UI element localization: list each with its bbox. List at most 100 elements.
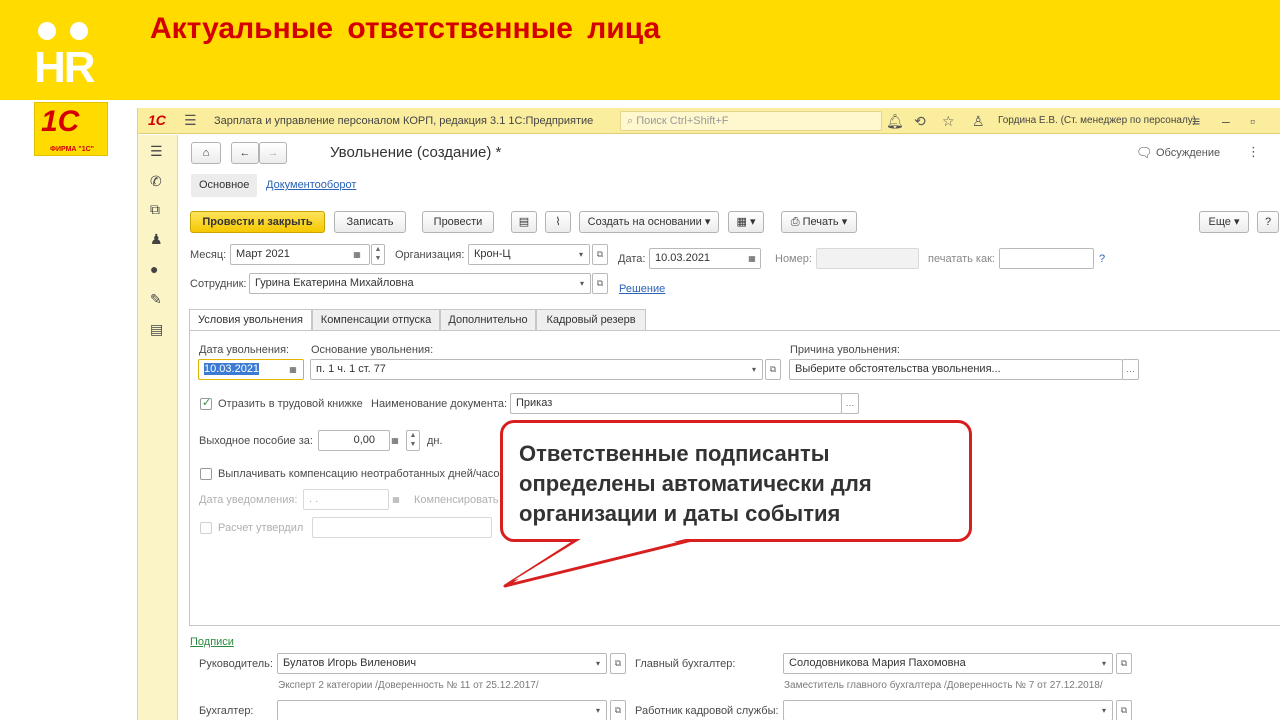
calc-approved-input[interactable] [312, 517, 492, 538]
org-input[interactable]: Крон-Ц [468, 244, 590, 265]
arrow-right-icon: → [267, 147, 279, 159]
print-button[interactable]: ⎙ Печать ▾ [781, 211, 857, 233]
open-icon: ⧉ [614, 705, 622, 715]
number-input[interactable] [816, 248, 919, 269]
notice-date-input[interactable]: . . [303, 489, 389, 510]
home-button[interactable]: ⌂ [191, 142, 221, 164]
settings-menu-icon[interactable]: ≡ [1192, 113, 1200, 129]
create-based-on-button[interactable]: Создать на основании ▾ [579, 211, 719, 233]
basis-input[interactable]: п. 1 ч. 1 ст. 77 [310, 359, 763, 380]
head-open-button[interactable]: ⧉ [610, 653, 626, 674]
accountant-open-button[interactable]: ⧉ [610, 700, 626, 720]
save-button[interactable]: Записать [334, 211, 406, 233]
nav-tab-docflow[interactable]: Документооборот [258, 174, 364, 197]
current-user[interactable]: Гордина Е.В. (Ст. менеджер по персоналу) [998, 115, 1196, 126]
more-label: Еще [1208, 216, 1231, 228]
more-button[interactable]: Еще ▾ [1199, 211, 1249, 233]
reason-input[interactable]: Выберите обстоятельства увольнения... [789, 359, 1123, 380]
dropdown-arrow-icon[interactable]: ▾ [575, 273, 589, 294]
mouse-icon[interactable]: ● [150, 261, 158, 277]
workbook-label: Отразить в трудовой книжке [218, 398, 363, 410]
month-spin[interactable]: ▲ ▼ [371, 244, 385, 265]
compensation-checkbox[interactable] [200, 468, 212, 480]
more-vert-icon[interactable]: ⋮ [1247, 144, 1260, 160]
hr-logo-text: HR [34, 43, 96, 92]
post-button[interactable]: Провести [422, 211, 494, 233]
bell-icon[interactable]: 🔔︎ [886, 113, 904, 130]
discussion-link[interactable]: Обсуждение [1156, 147, 1220, 159]
doc-name-select-button[interactable]: … [841, 393, 859, 414]
firma-1c-logo: 1С ФИРМА "1С" [34, 102, 108, 156]
tab-vacation-compensation[interactable]: Компенсации отпуска [312, 309, 440, 331]
tab-dismissal-conditions[interactable]: Условия увольнения [189, 309, 312, 331]
people-icon[interactable]: ♟ [150, 231, 163, 248]
report-button[interactable]: ▦ ▾ [728, 211, 764, 233]
month-input[interactable]: Март 2021 [230, 244, 370, 265]
dropdown-arrow-icon[interactable]: ▾ [591, 653, 605, 674]
document-list-button[interactable]: ▤ [511, 211, 537, 233]
back-button[interactable]: ← [231, 142, 259, 164]
forward-button[interactable]: → [259, 142, 287, 164]
card-icon[interactable]: ▤ [150, 321, 163, 338]
print-as-help-link[interactable]: ? [1099, 253, 1105, 265]
dropdown-arrow-icon[interactable]: ▾ [591, 700, 605, 720]
calendar-icon[interactable]: ▦ [286, 359, 300, 380]
print-as-input[interactable] [999, 248, 1094, 269]
reason-select-button[interactable]: … [1122, 359, 1139, 380]
dropdown-arrow-icon: ▾ [841, 216, 848, 228]
calculator-icon[interactable]: ▦ [388, 430, 402, 451]
hr-employee-open-button[interactable]: ⧉ [1116, 700, 1132, 720]
accountant-input[interactable] [277, 700, 607, 720]
user-icon[interactable]: ♙ [972, 113, 985, 130]
doc-name-input[interactable]: Приказ [510, 393, 842, 414]
global-search-input[interactable]: ⌕ Поиск Ctrl+Shift+F [620, 111, 882, 131]
report-icon: ▦ [736, 216, 747, 228]
minimize-icon[interactable]: – [1222, 113, 1230, 129]
open-icon: ⧉ [1120, 705, 1128, 715]
calendar-icon[interactable]: ▦ [350, 244, 364, 265]
menu-icon[interactable]: ☰ [150, 143, 163, 160]
dropdown-arrow-icon[interactable]: ▾ [1097, 653, 1111, 674]
chief-accountant-open-button[interactable]: ⧉ [1116, 653, 1132, 674]
org-open-button[interactable]: ⧉ [592, 244, 608, 265]
arrow-left-icon: ← [239, 147, 251, 159]
severance-spin[interactable]: ▲ ▼ [406, 430, 420, 451]
dropdown-arrow-icon[interactable]: ▾ [747, 359, 761, 380]
compensation-label: Выплачивать компенсацию неотработанных д… [218, 468, 506, 480]
workbook-checkbox[interactable] [200, 396, 212, 410]
star-icon[interactable]: ☆ [942, 113, 955, 130]
phone-icon[interactable]: ✆ [150, 173, 162, 190]
basis-open-button[interactable]: ⧉ [765, 359, 781, 380]
tab-personnel-reserve[interactable]: Кадровый резерв [536, 309, 646, 331]
head-input[interactable]: Булатов Игорь Виленович [277, 653, 607, 674]
create-based-on-label: Создать на основании [587, 216, 702, 228]
decision-link[interactable]: Решение [619, 283, 665, 295]
wrench-icon[interactable]: ✎ [150, 291, 162, 308]
hr-employee-input[interactable] [783, 700, 1113, 720]
open-icon: ⧉ [769, 364, 777, 374]
calendar-icon[interactable]: ▦ [745, 248, 759, 269]
chief-accountant-input[interactable]: Солодовникова Мария Пахомовна [783, 653, 1113, 674]
chevron-down-icon: ▼ [409, 441, 417, 448]
attach-button[interactable]: ⌇ [545, 211, 571, 233]
history-icon[interactable]: ⟲ [914, 113, 926, 130]
head-label: Руководитель: [199, 658, 273, 670]
employee-open-button[interactable]: ⧉ [592, 273, 608, 294]
firma-1c-caption: ФИРМА "1С" [50, 146, 94, 153]
signatures-link[interactable]: Подписи [190, 636, 234, 648]
gift-icon[interactable]: ⧉ [150, 201, 160, 218]
severance-input[interactable]: 0,00 [318, 430, 390, 451]
calc-approved-checkbox[interactable] [200, 522, 212, 534]
dropdown-arrow-icon[interactable]: ▾ [574, 244, 588, 265]
dropdown-arrow-icon[interactable]: ▾ [1097, 700, 1111, 720]
calendar-icon[interactable]: ▦ [389, 489, 403, 510]
employee-input[interactable]: Гурина Екатерина Михайловна [249, 273, 591, 294]
tab-additional[interactable]: Дополнительно [440, 309, 536, 331]
main-menu-icon[interactable]: ☰ [184, 112, 197, 129]
restore-icon[interactable]: ▫ [1250, 113, 1255, 129]
chevron-up-icon: ▲ [374, 246, 382, 253]
nav-tab-main[interactable]: Основное [191, 174, 258, 197]
month-label: Месяц: [190, 249, 227, 261]
post-and-close-button[interactable]: Провести и закрыть [190, 211, 325, 233]
help-button[interactable]: ? [1257, 211, 1279, 233]
